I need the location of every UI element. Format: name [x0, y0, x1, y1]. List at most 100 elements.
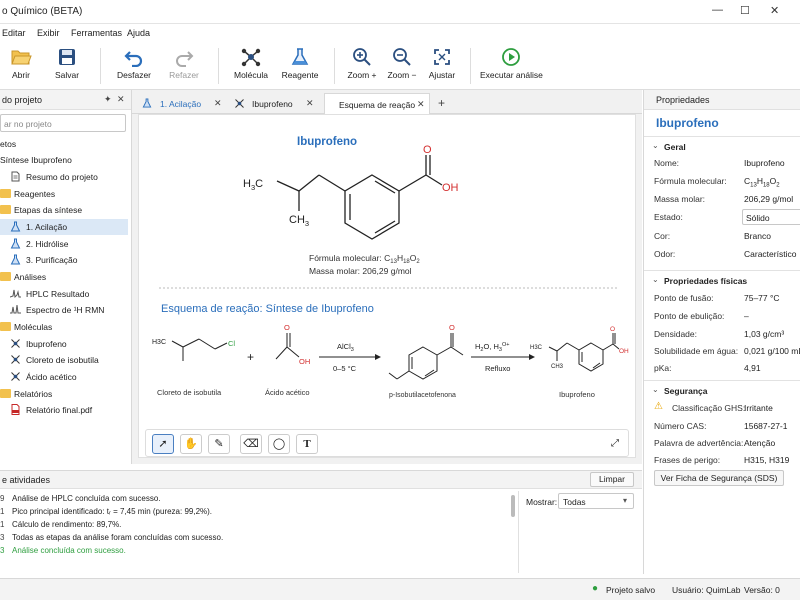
close-tab-icon[interactable]: ✕: [417, 99, 425, 110]
prop-row: Ponto de ebulição: –: [654, 311, 749, 321]
flask-icon: [10, 254, 21, 265]
circle-icon: ◯: [272, 438, 286, 450]
formula-value: C13H18O2: [744, 176, 780, 189]
molecule-button[interactable]: Molécula: [230, 44, 272, 88]
undo-button[interactable]: Desfazer: [112, 44, 156, 88]
menu-exibir[interactable]: Exibir: [37, 28, 60, 38]
zoom-in-button[interactable]: Zoom +: [344, 44, 380, 88]
atom-oh: OH: [442, 182, 459, 194]
select-tool-button[interactable]: ➚: [152, 434, 174, 454]
tree-item-cloreto[interactable]: Cloreto de isobutila: [0, 352, 128, 368]
toolbar-separator: [100, 48, 101, 84]
tree-item-etapas[interactable]: Etapas da síntese: [0, 202, 128, 218]
view-sds-button[interactable]: Ver Ficha de Segurança (SDS): [654, 470, 784, 486]
tab-esquema[interactable]: Esquema de reação ✕: [324, 93, 430, 114]
molecule-icon: [235, 99, 244, 108]
tab-acilacao[interactable]: 1. Acilação ✕: [136, 93, 226, 114]
tree-item-rmn[interactable]: Espectro de ¹H RMN: [0, 302, 128, 318]
atom-oh: OH: [299, 357, 310, 366]
menu-ajuda[interactable]: Ajuda: [127, 28, 150, 38]
atom-h3c-small: H3C: [152, 339, 166, 346]
title-bar: o Químico (BETA) — ☐ ✕: [0, 0, 800, 24]
text-tool-button[interactable]: T: [296, 434, 318, 454]
document-icon: [11, 171, 20, 182]
play-icon: [502, 48, 520, 66]
prop-row: Odor: Característico: [654, 249, 797, 259]
tree-item-analises[interactable]: Análises: [0, 269, 128, 285]
tree-item-relatorio-pdf[interactable]: Relatório final.pdf: [0, 402, 128, 418]
properties-header: Propriedades: [644, 90, 800, 110]
window-title: o Químico (BETA): [2, 6, 83, 17]
warning-icon: ⚠: [654, 401, 663, 412]
menu-editar[interactable]: Editar: [2, 28, 26, 38]
project-search-input[interactable]: ar no projeto: [0, 114, 126, 132]
tree-item-relatorios[interactable]: Relatórios: [0, 386, 128, 402]
reactant2-label: Ácido acético: [265, 388, 310, 397]
pin-icon[interactable]: ✦: [104, 94, 112, 105]
tab-ibuprofeno[interactable]: Ibuprofeno ✕: [228, 93, 322, 114]
cond2-top: H2O, H3O+: [475, 342, 509, 353]
tree-item-resumo[interactable]: Resumo do projeto: [0, 169, 128, 185]
section-physical[interactable]: ⌄ Propriedades físicas: [644, 270, 800, 288]
tree-item-purificacao[interactable]: 3. Purificação: [0, 252, 128, 268]
flask-icon: [10, 221, 21, 232]
filter-select[interactable]: Todas ▾: [558, 493, 634, 509]
state-select[interactable]: Sólido: [742, 209, 800, 225]
tree-item-ibuprofeno[interactable]: Ibuprofeno: [0, 336, 128, 352]
reagent-button[interactable]: Reagente: [280, 44, 320, 88]
molar-mass: Massa molar: 206,29 g/mol: [309, 266, 412, 276]
minimize-button[interactable]: —: [712, 4, 723, 16]
tree-item-hplc[interactable]: HPLC Resultado: [0, 286, 128, 302]
project-panel: do projeto ✦ ✕ ar no projeto etos Síntes…: [0, 90, 132, 464]
eraser-tool-button[interactable]: ⌫: [240, 434, 262, 454]
user-status: Usuário: QuimLab: [672, 585, 741, 595]
drawing-canvas[interactable]: Ibuprofeno H3C CH3 O OH Fórmula molecula…: [138, 114, 636, 458]
properties-molecule-name: Ibuprofeno: [656, 116, 719, 130]
toolbar-separator: [218, 48, 219, 84]
atom-h3c: H3C: [243, 178, 263, 192]
cond1-top: AlCl3: [337, 342, 354, 353]
tree-item-moleculas[interactable]: Moléculas: [0, 319, 128, 335]
clear-log-button[interactable]: Limpar: [590, 472, 634, 487]
fit-button[interactable]: Ajustar: [424, 44, 460, 88]
pencil-tool-button[interactable]: ✎: [208, 434, 230, 454]
flask-icon: [291, 48, 309, 65]
activity-panel: e atividades Limpar 9 Análise de HPLC con…: [0, 470, 642, 574]
tree-item-projects[interactable]: etos: [0, 136, 128, 152]
tree-item-acido[interactable]: Ácido acético: [0, 369, 128, 385]
section-safety[interactable]: ⌄ Segurança: [644, 380, 800, 398]
save-button[interactable]: Salvar: [50, 44, 84, 88]
atom-o: O: [449, 323, 455, 332]
close-window-button[interactable]: ✕: [770, 4, 779, 17]
tree-item-acilacao[interactable]: 1. Acilação: [0, 219, 128, 235]
flask-icon: [10, 238, 21, 249]
run-analysis-button[interactable]: Executar análise: [480, 44, 543, 88]
tree-item-sintese[interactable]: Síntese Ibuprofeno: [0, 152, 128, 168]
tree-item-reagentes[interactable]: Reagentes: [0, 186, 128, 202]
drawing-toolbar: ➚ ✋ ✎ ⌫ ◯ T ⤢: [145, 429, 629, 457]
fullscreen-button[interactable]: ⤢: [604, 434, 626, 454]
tree-item-hidrolise[interactable]: 2. Hidrólise: [0, 236, 128, 252]
pan-tool-button[interactable]: ✋: [180, 434, 202, 454]
folder-icon: [0, 389, 11, 398]
menu-ferramentas[interactable]: Ferramentas: [71, 28, 122, 38]
search-placeholder: ar no projeto: [4, 119, 52, 129]
close-panel-icon[interactable]: ✕: [117, 94, 125, 105]
close-tab-icon[interactable]: ✕: [306, 98, 314, 109]
maximize-button[interactable]: ☐: [740, 4, 750, 17]
saved-status: Projeto salvo: [606, 585, 656, 595]
cursor-icon: ➚: [158, 438, 168, 450]
open-button[interactable]: Abrir: [4, 44, 38, 88]
atom-ch3: CH3: [289, 214, 309, 228]
activity-header: e atividades Limpar: [0, 471, 642, 489]
project-panel-title: do projeto: [2, 95, 43, 105]
log-scrollbar[interactable]: [511, 495, 515, 517]
prop-row: Densidade: 1,03 g/cm³: [654, 329, 785, 339]
zoom-out-button[interactable]: Zoom −: [384, 44, 420, 88]
close-tab-icon[interactable]: ✕: [214, 98, 222, 109]
arrow-head-2: [529, 354, 535, 360]
redo-button[interactable]: Refazer: [164, 44, 204, 88]
new-tab-button[interactable]: +: [432, 93, 454, 114]
section-general[interactable]: ⌄ Geral: [644, 136, 800, 154]
circle-tool-button[interactable]: ◯: [268, 434, 290, 454]
